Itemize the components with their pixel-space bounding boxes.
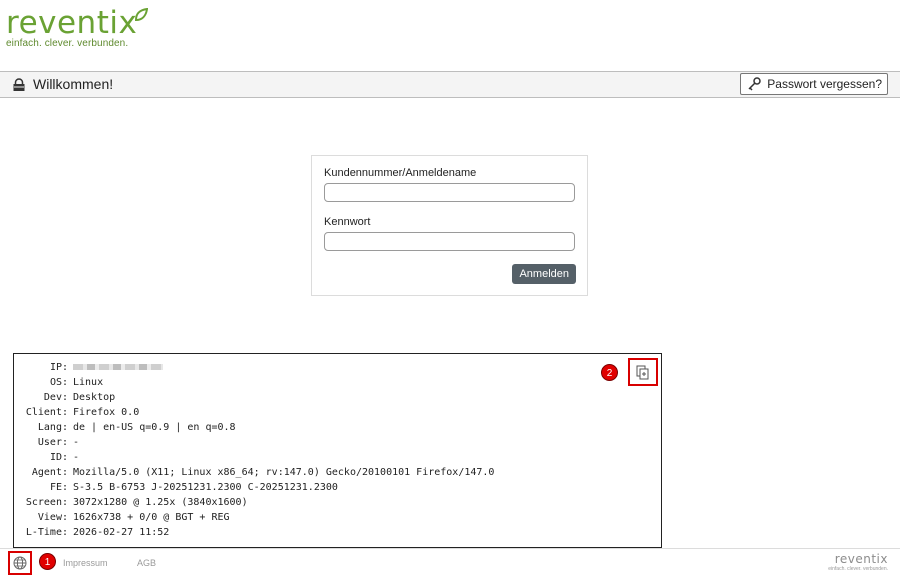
login-button[interactable]: Anmelden bbox=[512, 264, 576, 284]
username-label: Kundennummer/Anmeldename bbox=[324, 167, 477, 179]
page-title: Willkommen! bbox=[33, 76, 114, 92]
info-row: L-Time: 2026-02-27 11:52 bbox=[14, 527, 169, 542]
password-input[interactable] bbox=[324, 232, 575, 251]
info-value: 3072x1280 @ 1.25x (3840x1600) bbox=[73, 497, 248, 508]
info-key: Agent: bbox=[31, 467, 68, 478]
info-key: Screen: bbox=[25, 497, 68, 508]
info-key: Client: bbox=[25, 407, 68, 418]
info-key: FE: bbox=[49, 482, 68, 493]
brand-logo: reventix einfach. clever. verbunden. bbox=[6, 6, 156, 58]
ip-value-redacted bbox=[73, 362, 163, 373]
footer-logo: reventix einfach. clever. verbunden. bbox=[828, 552, 888, 573]
info-value: Firefox 0.0 bbox=[73, 407, 140, 418]
info-row: Screen: 3072x1280 @ 1.25x (3840x1600) bbox=[14, 497, 248, 512]
client-info-panel: IP: OS: Linux Dev: Desktop Client: Firefox … bbox=[13, 353, 662, 548]
info-row: ID: - bbox=[14, 452, 79, 467]
username-input[interactable] bbox=[324, 183, 575, 202]
info-value: S-3.5 B-6753 J-20251231.2300 C-20251231.… bbox=[73, 482, 338, 493]
copy-icon bbox=[636, 365, 649, 380]
info-key: IP: bbox=[49, 362, 68, 373]
info-key: ID: bbox=[49, 452, 68, 463]
info-row: Dev: Desktop bbox=[14, 392, 115, 407]
key-icon bbox=[748, 77, 762, 91]
footer-wordmark: reventix bbox=[834, 552, 888, 566]
footer-tagline: einfach. clever. verbunden. bbox=[828, 566, 888, 572]
impressum-link[interactable]: Impressum bbox=[63, 558, 108, 568]
info-row: User: - bbox=[14, 437, 79, 452]
lock-icon bbox=[13, 78, 25, 91]
globe-icon bbox=[13, 556, 27, 570]
forgot-password-label: Passwort vergessen? bbox=[767, 77, 882, 91]
info-value: Desktop bbox=[73, 392, 116, 403]
info-value: - bbox=[73, 437, 80, 448]
info-value: 2026-02-27 11:52 bbox=[73, 527, 170, 538]
info-row: Client: Firefox 0.0 bbox=[14, 407, 139, 422]
info-key: Dev: bbox=[43, 392, 68, 403]
annotation-badge-2: 2 bbox=[601, 364, 618, 381]
forgot-password-button[interactable]: Passwort vergessen? bbox=[740, 73, 888, 95]
info-row: OS: Linux bbox=[14, 377, 103, 392]
info-key: OS: bbox=[49, 377, 68, 388]
info-key: User: bbox=[37, 437, 68, 448]
agb-link[interactable]: AGB bbox=[137, 558, 156, 568]
info-key: View: bbox=[37, 512, 68, 523]
info-row: FE: S-3.5 B-6753 J-20251231.2300 C-202512… bbox=[14, 482, 338, 497]
info-value: Mozilla/5.0 (X11; Linux x86_64; rv:147.0… bbox=[73, 467, 495, 478]
info-value: Linux bbox=[73, 377, 104, 388]
info-row: IP: bbox=[14, 362, 163, 377]
info-value: de | en-US q=0.9 | en q=0.8 bbox=[73, 422, 236, 433]
footer: Impressum AGB reventix einfach. clever. … bbox=[0, 548, 900, 575]
leaf-icon bbox=[134, 8, 148, 22]
info-value: - bbox=[73, 452, 80, 463]
copy-info-button[interactable] bbox=[628, 358, 658, 386]
info-value: 1626x738 + 0/0 @ BGT + REG bbox=[73, 512, 230, 523]
info-row: Agent: Mozilla/5.0 (X11; Linux x86_64; rv… bbox=[14, 467, 495, 482]
language-button[interactable] bbox=[8, 551, 32, 575]
welcome-bar: Willkommen! Passwort vergessen? bbox=[0, 71, 900, 98]
info-row: Lang: de | en-US q=0.9 | en q=0.8 bbox=[14, 422, 236, 437]
info-key: L-Time: bbox=[25, 527, 68, 538]
info-row: View: 1626x738 + 0/0 @ BGT + REG bbox=[14, 512, 230, 527]
login-form: Kundennummer/Anmeldename Kennwort Anmeld… bbox=[311, 155, 588, 296]
info-key: Lang: bbox=[37, 422, 68, 433]
password-label: Kennwort bbox=[324, 216, 371, 228]
